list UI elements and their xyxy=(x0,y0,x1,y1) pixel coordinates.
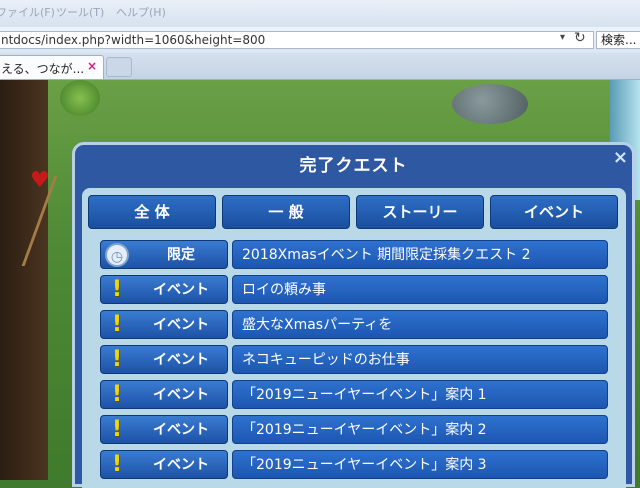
window-title: 完了クエスト xyxy=(299,156,408,176)
quest-category: イベント xyxy=(153,352,209,368)
quest-row[interactable]: ! イベント 「2019ニューイヤーイベント」案内 1 xyxy=(100,380,608,409)
scene-tree xyxy=(60,80,100,116)
quest-category-button[interactable]: ! イベント xyxy=(100,310,228,339)
exclamation-icon: ! xyxy=(111,382,123,407)
exclamation-icon: ! xyxy=(111,277,123,302)
completed-quest-window: 完了クエスト × 全 体 一 般 ストーリー イベント ◷ 限定 2018Xma… xyxy=(72,142,635,488)
quest-category-button[interactable]: ◷ 限定 xyxy=(100,240,228,269)
tab-close-icon[interactable]: × xyxy=(87,59,97,73)
quest-category: イベント xyxy=(153,282,209,298)
quest-title-button[interactable]: 「2019ニューイヤーイベント」案内 2 xyxy=(232,415,608,444)
quest-category: イベント xyxy=(153,387,209,403)
quest-title: 盛大なXmasパーティを xyxy=(242,317,393,333)
quest-category: イベント xyxy=(153,317,209,333)
menu-item-help[interactable]: ヘルプ(H) xyxy=(116,4,166,20)
quest-title: 「2019ニューイヤーイベント」案内 1 xyxy=(242,387,487,403)
quest-category: イベント xyxy=(153,422,209,438)
browser-tab[interactable]: える、つなが... × xyxy=(0,55,104,79)
quest-category-button[interactable]: ! イベント xyxy=(100,415,228,444)
quest-row[interactable]: ! イベント 「2019ニューイヤーイベント」案内 3 xyxy=(100,450,608,479)
tab-bar: える、つなが... × xyxy=(0,53,640,80)
menu-item-file[interactable]: ファイル(F) xyxy=(0,4,55,20)
quest-title: 2018Xmasイベント 期間限定採集クエスト 2 xyxy=(242,247,531,263)
quest-title-button[interactable]: ロイの頼み事 xyxy=(232,275,608,304)
quest-row[interactable]: ! イベント ネコキューピッドのお仕事 xyxy=(100,345,608,374)
quest-title-button[interactable]: 盛大なXmasパーティを xyxy=(232,310,608,339)
quest-panel: 全 体 一 般 ストーリー イベント ◷ 限定 2018Xmasイベント 期間限… xyxy=(82,188,626,488)
quest-row[interactable]: ! イベント 「2019ニューイヤーイベント」案内 2 xyxy=(100,415,608,444)
quest-title: ネコキューピッドのお仕事 xyxy=(242,352,410,368)
close-icon[interactable]: × xyxy=(613,147,628,168)
clock-icon: ◷ xyxy=(105,243,129,267)
quest-title-button[interactable]: ネコキューピッドのお仕事 xyxy=(232,345,608,374)
menu-item-tools[interactable]: ツール(T) xyxy=(56,4,104,20)
exclamation-icon: ! xyxy=(111,417,123,442)
quest-title-button[interactable]: 2018Xmasイベント 期間限定採集クエスト 2 xyxy=(232,240,608,269)
quest-category: イベント xyxy=(153,457,209,473)
quest-category-button[interactable]: ! イベント xyxy=(100,345,228,374)
tab-story[interactable]: ストーリー xyxy=(356,195,484,229)
tab-event[interactable]: イベント xyxy=(490,195,618,229)
quest-row[interactable]: ! イベント 盛大なXmasパーティを xyxy=(100,310,608,339)
exclamation-icon: ! xyxy=(111,312,123,337)
quest-row[interactable]: ◷ 限定 2018Xmasイベント 期間限定採集クエスト 2 xyxy=(100,240,608,269)
quest-title-button[interactable]: 「2019ニューイヤーイベント」案内 1 xyxy=(232,380,608,409)
tab-general[interactable]: 一 般 xyxy=(222,195,350,229)
quest-title: 「2019ニューイヤーイベント」案内 2 xyxy=(242,422,487,438)
scene-rock xyxy=(452,84,528,124)
scene-wall xyxy=(0,80,48,480)
quest-row[interactable]: ! イベント ロイの頼み事 xyxy=(100,275,608,304)
tab-all[interactable]: 全 体 xyxy=(88,195,216,229)
exclamation-icon: ! xyxy=(111,347,123,372)
quest-category-button[interactable]: ! イベント xyxy=(100,450,228,479)
quest-category-button[interactable]: ! イベント xyxy=(100,275,228,304)
quest-category: 限定 xyxy=(167,247,195,263)
quest-title: ロイの頼み事 xyxy=(242,282,326,298)
quest-category-button[interactable]: ! イベント xyxy=(100,380,228,409)
address-bar: ntdocs/index.php?width=1060&height=800 ▾… xyxy=(0,27,640,54)
new-tab-button[interactable] xyxy=(106,57,132,77)
reload-icon[interactable]: ↻ xyxy=(574,30,586,46)
heart-icon: ♥ xyxy=(30,168,50,193)
quest-title: 「2019ニューイヤーイベント」案内 3 xyxy=(242,457,487,473)
browser-menubar: ファイル(F) ツール(T) ヘルプ(H) xyxy=(0,0,640,27)
exclamation-icon: ! xyxy=(111,452,123,477)
tab-title: える、つなが... xyxy=(1,62,85,76)
url-field[interactable]: ntdocs/index.php?width=1060&height=800 xyxy=(0,31,594,49)
search-input[interactable]: 検索... xyxy=(596,31,640,49)
quest-title-button[interactable]: 「2019ニューイヤーイベント」案内 3 xyxy=(232,450,608,479)
chevron-down-icon[interactable]: ▾ xyxy=(560,32,565,43)
